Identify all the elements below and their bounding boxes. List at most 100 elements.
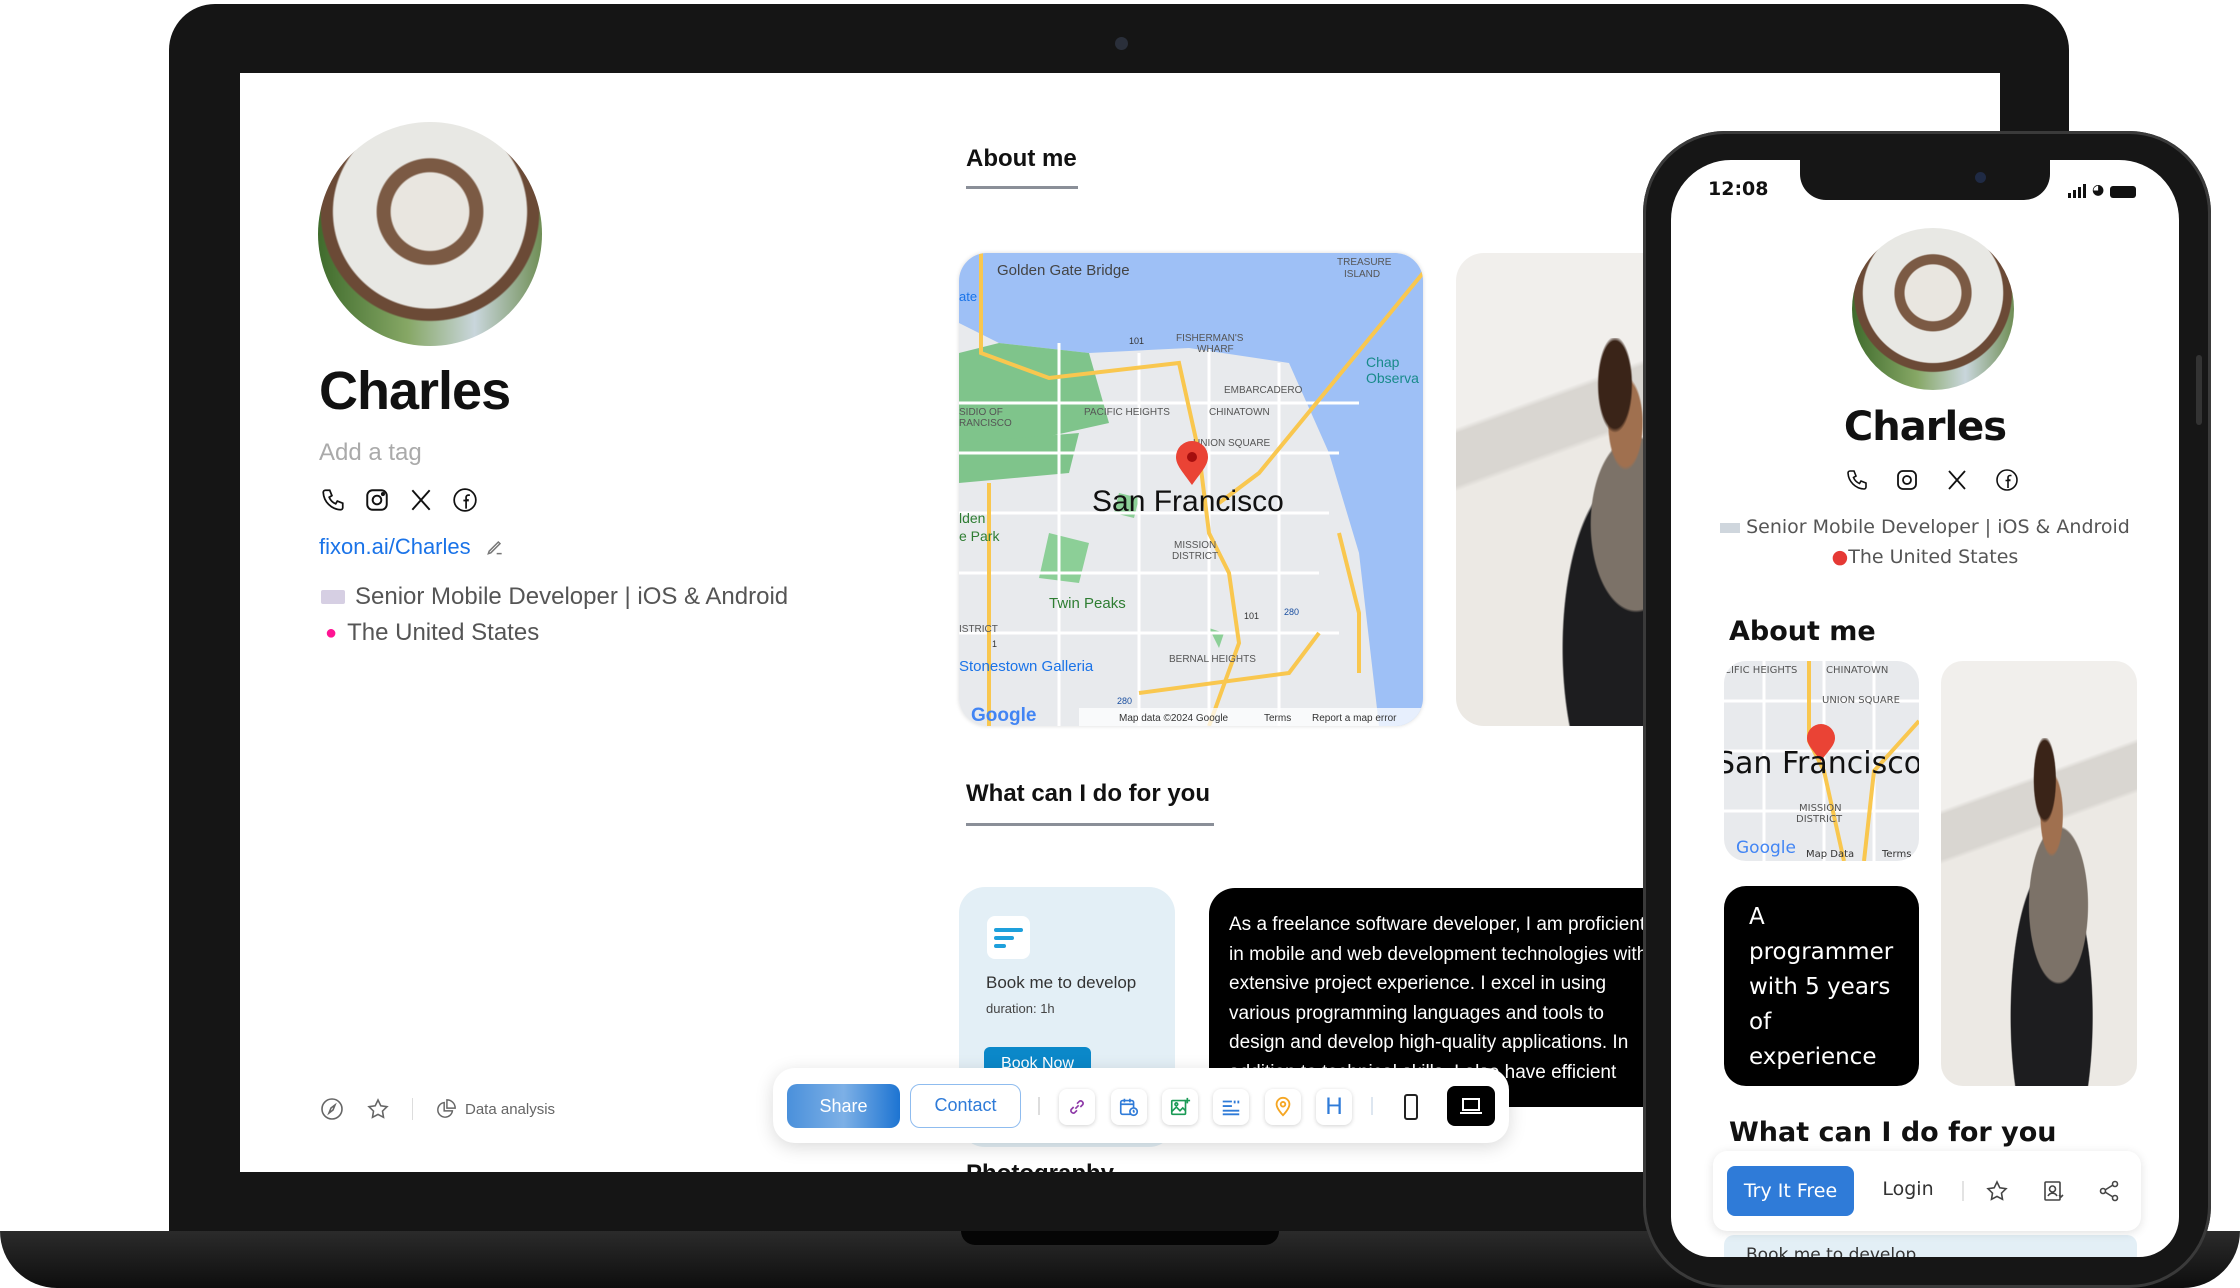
phone-icon[interactable]	[1845, 468, 1869, 492]
phone-about-heading: About me	[1729, 616, 1876, 647]
map-label: DISTRICT	[1172, 551, 1218, 562]
phone-map-card[interactable]: CIFIC HEIGHTS CHINATOWN UNION SQUARE San…	[1724, 661, 1919, 861]
status-icons: ◕	[2068, 182, 2137, 198]
map-label: e Park	[959, 528, 1000, 544]
map-label: UNION SQUARE	[1822, 695, 1900, 706]
contact-button[interactable]: Contact	[910, 1084, 1021, 1128]
share-button[interactable]: Share	[787, 1084, 900, 1128]
map-label: Observa	[1366, 370, 1419, 386]
phone-social-icons	[1845, 468, 2019, 492]
location-pin-icon[interactable]	[1265, 1089, 1301, 1125]
route-shield: 101	[1244, 611, 1259, 621]
data-analysis-label: Data analysis	[465, 1100, 556, 1118]
map-view[interactable]: Golden Gate Bridge ate TREASURE ISLAND F…	[959, 253, 1423, 726]
x-icon[interactable]	[408, 487, 434, 513]
facebook-icon[interactable]	[1995, 468, 2019, 492]
service-icon	[987, 916, 1030, 959]
map-label: CHINATOWN	[1209, 407, 1270, 418]
compass-icon[interactable]	[320, 1097, 344, 1121]
facebook-icon[interactable]	[452, 487, 478, 513]
map-label: ate	[959, 289, 977, 304]
route-shield: 280	[1284, 607, 1299, 617]
map-label: MISSION	[1799, 803, 1842, 814]
profile-name: Charles	[319, 361, 511, 421]
pin-icon: ●	[1831, 546, 1849, 568]
service-duration: duration: 1h	[986, 1001, 1055, 1016]
image-add-icon[interactable]	[1162, 1089, 1198, 1125]
edit-icon[interactable]	[485, 537, 505, 557]
map-terms-link[interactable]: Terms	[1264, 713, 1291, 724]
phone-notch	[1800, 160, 2050, 200]
phone-screen: 12:08 ◕ Charles Senior Mobile Developer …	[1671, 160, 2179, 1257]
star-icon[interactable]	[366, 1097, 390, 1121]
about-underline	[966, 186, 1078, 189]
laptop-icon[interactable]	[1447, 1086, 1495, 1126]
instagram-icon[interactable]	[364, 487, 390, 513]
toolbar-divider	[1038, 1097, 1040, 1115]
pin-icon: ●	[325, 621, 338, 644]
phone-camera	[1975, 172, 1986, 183]
phone-tagline-card: A programmer with 5 years of experience	[1724, 886, 1919, 1086]
map-label: Golden Gate Bridge	[997, 262, 1130, 279]
battery-icon	[2110, 186, 2137, 198]
phone-avatar[interactable]	[1852, 228, 2014, 390]
bar-divider	[1962, 1181, 1964, 1201]
map-label: RANCISCO	[959, 418, 1012, 429]
keyboard-icon	[321, 590, 345, 604]
phone-side-button	[2196, 355, 2202, 425]
star-icon[interactable]	[1985, 1179, 2009, 1203]
try-it-free-button[interactable]: Try It Free	[1727, 1166, 1854, 1216]
phone-service-peek[interactable]: Book me to develop	[1724, 1235, 2137, 1257]
profile-link[interactable]: fixon.ai/Charles	[319, 534, 471, 560]
map-label: Stonestown Galleria	[959, 658, 1094, 675]
divider	[412, 1098, 413, 1120]
map-label: EMBARCADERO	[1224, 385, 1303, 396]
login-button[interactable]: Login	[1880, 1178, 1936, 1200]
map-label: CHINATOWN	[1826, 665, 1888, 676]
data-analysis-button[interactable]: Data analysis	[435, 1098, 555, 1120]
add-tag-input[interactable]: Add a tag	[319, 439, 422, 467]
about-heading: About me	[966, 145, 1077, 172]
map-label: PACIFIC HEIGHTS	[1084, 407, 1170, 418]
map-label: FISHERMAN'S	[1176, 333, 1244, 344]
map-label: Chap	[1366, 354, 1400, 370]
x-icon[interactable]	[1945, 468, 1969, 492]
calendar-clock-icon[interactable]	[1111, 1089, 1147, 1125]
service-title: Book me to develop	[986, 973, 1137, 992]
map-label: CIFIC HEIGHTS	[1724, 665, 1797, 676]
map-label: TREASURE	[1337, 257, 1392, 268]
map-label: ISTRICT	[959, 624, 998, 635]
toolbar-divider	[1371, 1097, 1373, 1115]
keyboard-icon	[1720, 523, 1741, 533]
route-shield: 280	[1117, 696, 1132, 706]
phone-icon[interactable]	[320, 487, 346, 513]
google-logo: Google	[1736, 838, 1796, 858]
phone-profile-name: Charles	[1843, 404, 2007, 450]
map-label: Twin Peaks	[1049, 595, 1126, 612]
map-label: DISTRICT	[1796, 814, 1843, 825]
avatar[interactable]	[318, 122, 542, 346]
photography-heading: Photography	[966, 1160, 1114, 1172]
instagram-icon[interactable]	[1895, 468, 1919, 492]
laptop-hinge-notch	[961, 1231, 1279, 1245]
share-icon[interactable]	[2097, 1179, 2121, 1203]
services-underline	[966, 823, 1214, 826]
map-report-link[interactable]: Report a map error	[1312, 713, 1397, 724]
google-logo: Google	[971, 705, 1036, 726]
route-shield: 1	[992, 639, 997, 649]
map-label: MISSION	[1174, 540, 1216, 551]
map-terms-link[interactable]: Terms	[1881, 849, 1911, 860]
save-contact-icon[interactable]	[2041, 1179, 2065, 1203]
profile-headline: Senior Mobile Developer | iOS & Android	[355, 583, 789, 610]
heading-icon[interactable]: H	[1316, 1089, 1352, 1125]
map-data-text: Map Data	[1806, 849, 1854, 860]
social-icons	[320, 487, 478, 513]
services-heading: What can I do for you	[966, 780, 1210, 807]
phone-photo-card[interactable]	[1941, 661, 2137, 1086]
map-card[interactable]: Golden Gate Bridge ate TREASURE ISLAND F…	[959, 253, 1423, 726]
link-icon[interactable]	[1059, 1089, 1095, 1125]
text-quote-icon[interactable]	[1213, 1089, 1249, 1125]
map-label: WHARF	[1197, 344, 1234, 355]
map-city-label: San Francisco	[1092, 485, 1284, 518]
mobile-icon[interactable]	[1399, 1089, 1423, 1125]
